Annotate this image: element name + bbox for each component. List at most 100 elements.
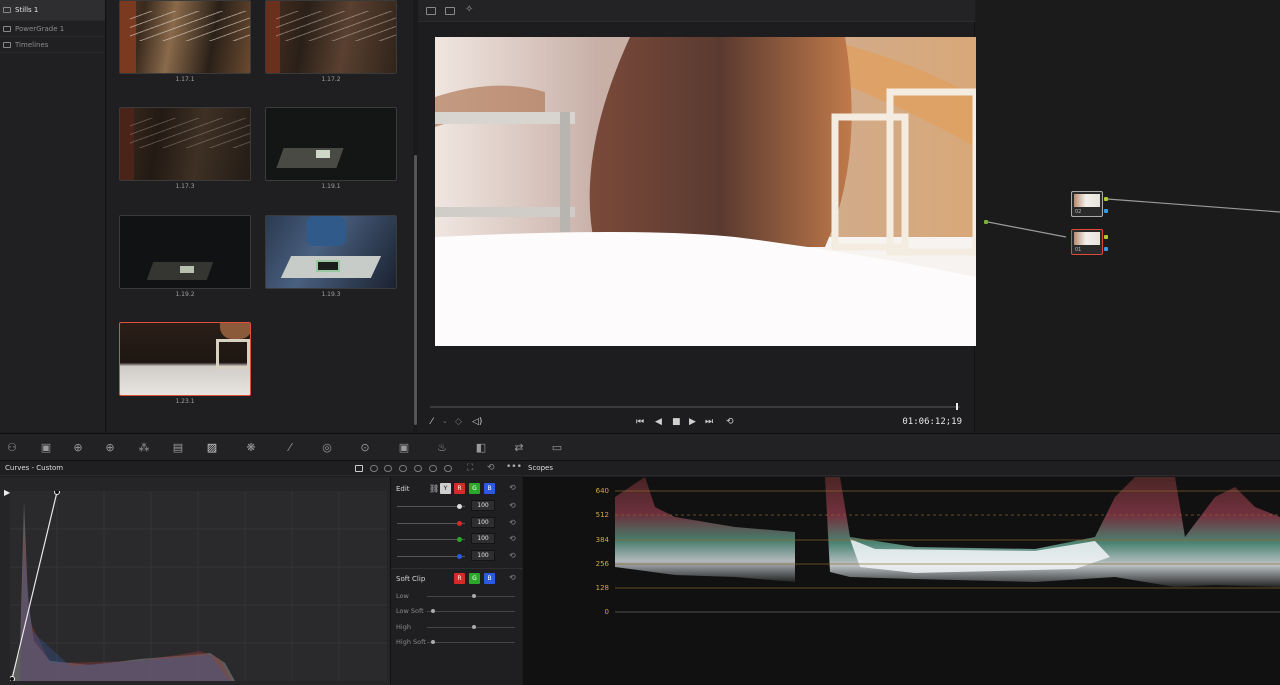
highlight-toggle-icon[interactable]: ◇ bbox=[455, 417, 462, 427]
color-warper-icon[interactable]: ❋ bbox=[245, 442, 257, 454]
soft-clip-high-soft-knob[interactable] bbox=[431, 640, 435, 644]
intensity-r-value[interactable]: 100 bbox=[471, 517, 495, 528]
softclip-b-toggle[interactable]: B bbox=[484, 573, 495, 584]
soft-clip-low-soft-track[interactable] bbox=[427, 611, 515, 612]
volume-icon[interactable]: ◁) bbox=[472, 417, 482, 427]
soft-clip-high-soft-track[interactable] bbox=[427, 642, 515, 643]
3d-icon[interactable]: ▭ bbox=[551, 442, 563, 454]
soft-clip-low-soft-knob[interactable] bbox=[431, 609, 435, 613]
slider-knob[interactable] bbox=[457, 521, 462, 526]
curve-start-marker-icon[interactable]: ▶ bbox=[4, 488, 10, 497]
album-stills-1[interactable]: Stills 1 bbox=[0, 0, 105, 21]
key-icon[interactable]: ◧ bbox=[475, 442, 487, 454]
intensity-r-reset-icon[interactable]: ⟲ bbox=[509, 518, 516, 527]
still-item[interactable]: 1.19.3 bbox=[265, 215, 397, 298]
still-item[interactable]: 1.19.2 bbox=[119, 215, 251, 298]
color-wheels-icon[interactable]: ⊕ bbox=[72, 442, 84, 454]
slider-knob[interactable] bbox=[457, 504, 462, 509]
play-icon[interactable]: ▶ bbox=[689, 417, 696, 427]
node-output-dot[interactable] bbox=[1104, 197, 1108, 201]
color-match-icon[interactable]: ▣ bbox=[40, 442, 52, 454]
chevron-down-icon[interactable]: ⌄ bbox=[442, 417, 448, 425]
slider-knob[interactable] bbox=[457, 537, 462, 542]
node-output-dot[interactable] bbox=[1104, 209, 1108, 213]
intensity-g-reset-icon[interactable]: ⟲ bbox=[509, 534, 516, 543]
soft-clip-high-track[interactable] bbox=[427, 627, 515, 628]
node-editor[interactable]: 02 01 bbox=[976, 0, 1280, 432]
playhead-handle[interactable] bbox=[956, 403, 959, 410]
still-item[interactable]: 1.17.3 bbox=[119, 107, 251, 190]
soft-clip-low-track[interactable] bbox=[427, 596, 515, 597]
album-powergrade-1[interactable]: PowerGrade 1 bbox=[0, 21, 105, 37]
soft-clip-reset-icon[interactable]: ⟲ bbox=[509, 573, 516, 582]
expand-icon[interactable]: ⛶ bbox=[467, 463, 473, 473]
tracker-icon[interactable]: ⊙ bbox=[359, 442, 371, 454]
magic-mask-icon[interactable]: ▣ bbox=[398, 442, 410, 454]
still-item[interactable]: 1.17.1 bbox=[119, 0, 251, 83]
node-output-dot[interactable] bbox=[1104, 247, 1108, 251]
node-01[interactable]: 01 bbox=[1071, 229, 1103, 255]
sat-vs-lum-icon[interactable] bbox=[444, 465, 452, 472]
sizing-icon[interactable]: ⇄ bbox=[513, 442, 525, 454]
intensity-b-reset-icon[interactable]: ⟲ bbox=[509, 551, 516, 560]
node-02[interactable]: 02 bbox=[1071, 191, 1103, 217]
lum-vs-sat-icon[interactable] bbox=[414, 465, 422, 472]
softclip-r-toggle[interactable]: R bbox=[454, 573, 465, 584]
still-item[interactable]: 1.19.1 bbox=[265, 107, 397, 190]
blur-icon[interactable]: ♨ bbox=[436, 442, 448, 454]
intensity-y-reset-icon[interactable]: ⟲ bbox=[509, 501, 516, 510]
intensity-b-slider[interactable]: 100 bbox=[397, 550, 515, 562]
soft-clip-low-knob[interactable] bbox=[472, 594, 476, 598]
intensity-g-value[interactable]: 100 bbox=[471, 533, 495, 544]
still-item-selected[interactable]: 1.23.1 bbox=[119, 322, 251, 405]
highlight-icon[interactable]: ✧ bbox=[465, 4, 473, 15]
still-item[interactable]: 1.17.2 bbox=[265, 0, 397, 83]
channel-r-toggle[interactable]: R bbox=[454, 483, 465, 494]
hdr-icon[interactable]: ▤ bbox=[172, 442, 184, 454]
intensity-y-slider[interactable]: 100 bbox=[397, 500, 515, 512]
intensity-g-slider[interactable]: 100 bbox=[397, 533, 515, 545]
timeline-scrubber[interactable] bbox=[430, 406, 960, 408]
reset-icon[interactable]: ⟲ bbox=[487, 463, 495, 473]
rgb-mixer-icon[interactable]: ⊕ bbox=[104, 442, 116, 454]
curves-icon[interactable]: ▨ bbox=[206, 442, 218, 454]
motion-effects-icon[interactable]: ⁂ bbox=[138, 442, 150, 454]
image-wipe-icon[interactable] bbox=[426, 7, 436, 15]
qualifier-icon[interactable]: ⁄ bbox=[284, 442, 296, 454]
hue-vs-sat-icon[interactable] bbox=[384, 465, 392, 472]
channel-g-toggle[interactable]: G bbox=[469, 483, 480, 494]
album-timelines[interactable]: Timelines bbox=[0, 37, 105, 53]
slider-knob[interactable] bbox=[457, 554, 462, 559]
window-icon[interactable]: ◎ bbox=[321, 442, 333, 454]
loop-icon[interactable]: ⟲ bbox=[726, 417, 734, 427]
soft-clip-low-soft-label: Low Soft bbox=[396, 607, 424, 615]
intensity-b-value[interactable]: 100 bbox=[471, 550, 495, 561]
stop-icon[interactable]: ■ bbox=[672, 417, 681, 427]
custom-curve-icon[interactable] bbox=[355, 465, 363, 472]
skip-to-end-icon[interactable]: ⏭ bbox=[705, 417, 713, 427]
camera-raw-icon[interactable]: ⚇ bbox=[6, 442, 18, 454]
intensity-r-slider[interactable]: 100 bbox=[397, 517, 515, 529]
soft-clip-high-label: High bbox=[396, 623, 411, 631]
curve-graph[interactable] bbox=[9, 489, 387, 682]
source-input-dot[interactable] bbox=[984, 220, 988, 224]
channel-b-toggle[interactable]: B bbox=[484, 483, 495, 494]
viewer-image[interactable] bbox=[435, 37, 976, 346]
reverse-play-icon[interactable]: ◀ bbox=[655, 417, 662, 427]
hue-vs-lum-icon[interactable] bbox=[399, 465, 407, 472]
eyedropper-icon[interactable]: ⁄ bbox=[431, 417, 433, 427]
scrollbar-thumb[interactable] bbox=[414, 155, 417, 425]
more-options-icon[interactable]: ••• bbox=[506, 462, 522, 472]
hue-vs-hue-icon[interactable] bbox=[370, 465, 378, 472]
curve-editor[interactable]: ▶ bbox=[0, 477, 390, 685]
link-icon[interactable]: ⛓ bbox=[429, 484, 439, 493]
sat-vs-sat-icon[interactable] bbox=[429, 465, 437, 472]
channel-y-toggle[interactable]: Y bbox=[440, 483, 451, 494]
soft-clip-high-knob[interactable] bbox=[472, 625, 476, 629]
node-output-dot[interactable] bbox=[1104, 235, 1108, 239]
skip-to-start-icon[interactable]: ⏮ bbox=[636, 417, 644, 427]
split-screen-icon[interactable] bbox=[445, 7, 455, 15]
intensity-y-value[interactable]: 100 bbox=[471, 500, 495, 511]
softclip-g-toggle[interactable]: G bbox=[469, 573, 480, 584]
edit-reset-icon[interactable]: ⟲ bbox=[509, 483, 516, 492]
